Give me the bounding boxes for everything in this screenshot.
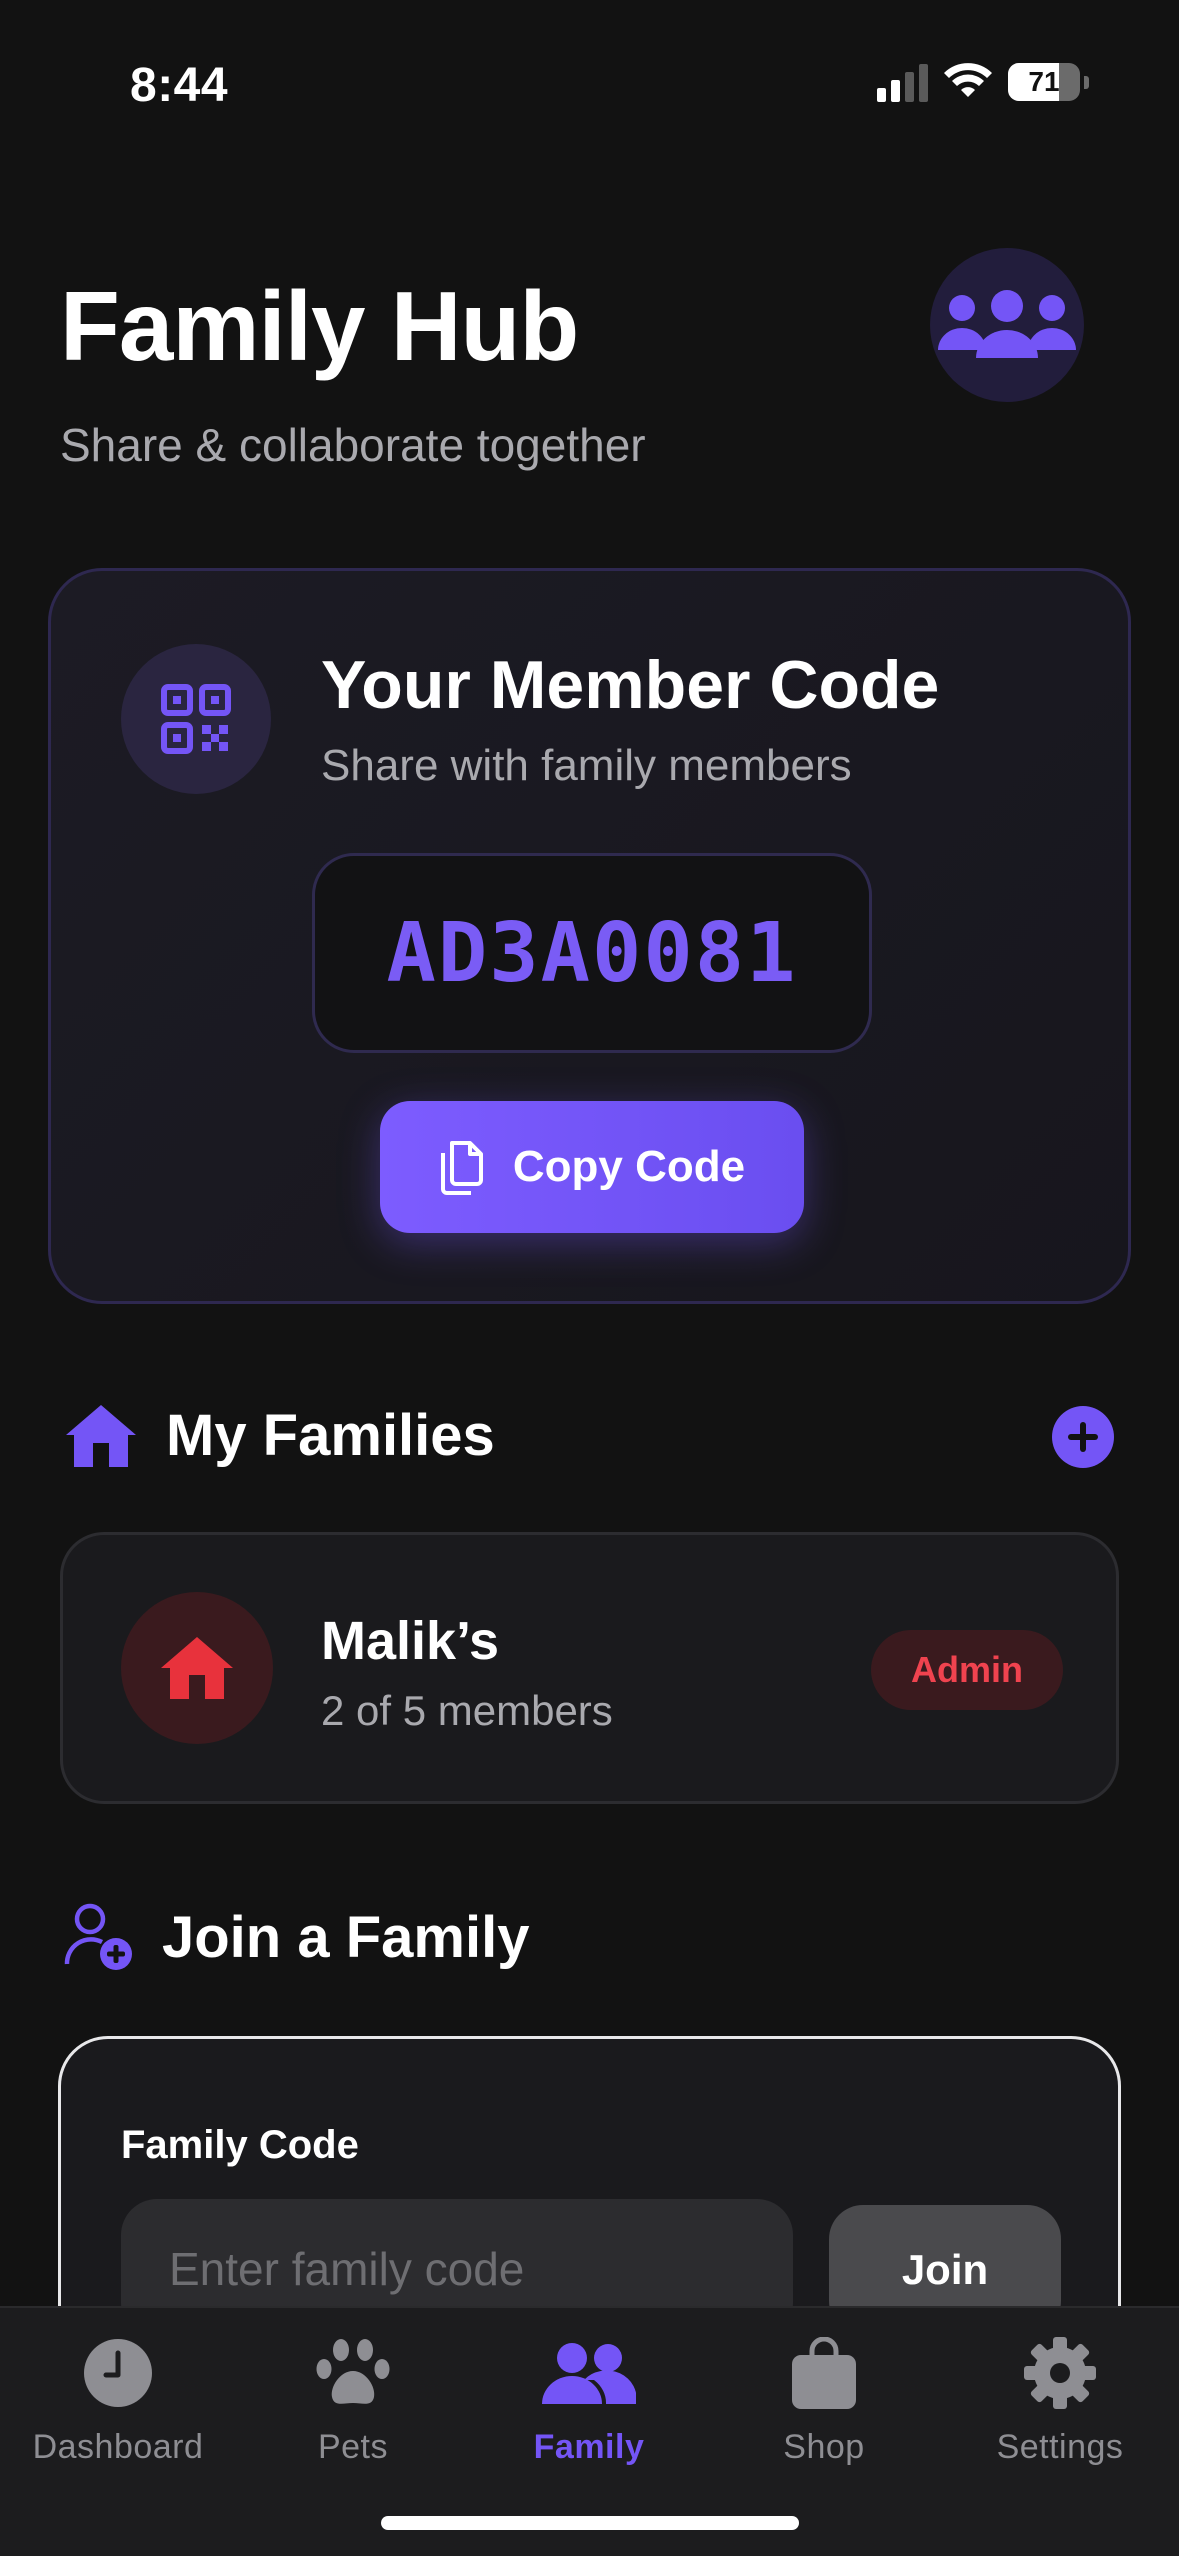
home-indicator[interactable] (381, 2516, 799, 2530)
my-families-title: My Families (166, 1403, 495, 1468)
users-icon (542, 2343, 636, 2404)
status-time: 8:44 (130, 59, 229, 112)
member-code-value: AD3A0081 (386, 905, 798, 1001)
member-code-title: Your Member Code (321, 647, 940, 723)
tab-pets[interactable]: Pets (235, 2328, 471, 2478)
tab-label: Shop (783, 2428, 865, 2466)
family-home-badge (121, 1592, 273, 1744)
qr-code-icon (161, 684, 231, 754)
tab-label: Settings (996, 2428, 1124, 2466)
home-icon (66, 1404, 136, 1467)
clock-icon (84, 2339, 152, 2407)
home-icon (161, 1637, 233, 1699)
tab-shop[interactable]: Shop (706, 2328, 942, 2478)
gear-icon (1024, 2337, 1096, 2409)
family-code-label: Family Code (121, 2123, 359, 2167)
wifi-icon (944, 63, 992, 97)
family-hub-screen: 8:44 71 Family Hub Share & collaborate t… (0, 0, 1179, 2556)
copy-icon (440, 1141, 483, 1195)
copy-code-button[interactable]: Copy Code (380, 1101, 804, 1233)
tab-family[interactable]: Family (471, 2328, 707, 2478)
copy-code-label: Copy Code (512, 1142, 746, 1191)
tab-label: Dashboard (32, 2428, 204, 2466)
status-icons: 71 (877, 62, 1089, 102)
family-member-count: 2 of 5 members (321, 1687, 613, 1734)
tab-label: Family (533, 2428, 645, 2466)
battery-level: 71 (1028, 66, 1060, 97)
page-title: Family Hub (60, 271, 579, 381)
tab-label: Pets (317, 2428, 389, 2466)
my-families-header: My Families (64, 1402, 495, 1469)
join-family-title: Join a Family (162, 1904, 530, 1970)
role-badge: Admin (871, 1630, 1063, 1710)
family-name: Malik’s (321, 1611, 500, 1671)
page-subtitle: Share & collaborate together (60, 419, 646, 471)
add-user-icon (64, 1903, 132, 1970)
plus-icon (1068, 1422, 1098, 1452)
join-family-header: Join a Family (64, 1902, 529, 1972)
member-code-subtitle: Share with family members (321, 741, 852, 790)
users-icon (938, 290, 1076, 358)
paw-icon (316, 2339, 390, 2404)
qr-code-badge (121, 644, 271, 794)
cellular-signal-icon (877, 62, 928, 102)
member-code-display: AD3A0081 (312, 853, 872, 1053)
family-card[interactable]: Malik’s 2 of 5 members Admin (60, 1532, 1119, 1804)
battery-cap (1084, 75, 1089, 89)
tab-dashboard[interactable]: Dashboard (0, 2328, 236, 2478)
battery-icon: 71 (1008, 63, 1080, 101)
family-avatar-button[interactable] (930, 248, 1084, 402)
tab-settings[interactable]: Settings (942, 2328, 1178, 2478)
shopping-bag-icon (792, 2337, 856, 2409)
add-family-button[interactable] (1052, 1406, 1114, 1468)
member-code-card: Your Member Code Share with family membe… (48, 568, 1131, 1304)
